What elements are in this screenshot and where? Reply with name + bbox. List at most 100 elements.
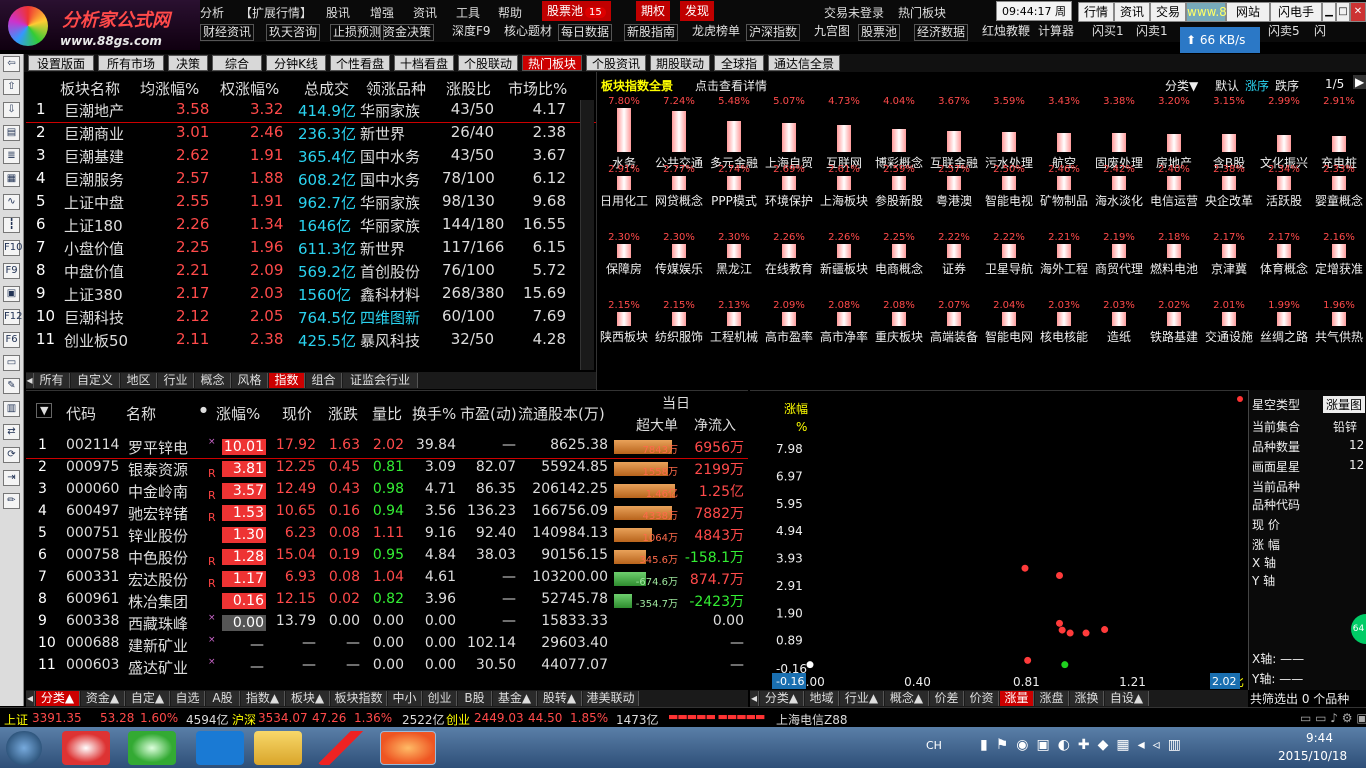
menu-enhance[interactable]: 增强 xyxy=(370,4,394,21)
bottom_tabs-6[interactable]: 板块▲ xyxy=(286,691,330,706)
tab-12[interactable]: 通达信全景 xyxy=(768,55,840,71)
col-code[interactable]: 代码 xyxy=(66,403,96,424)
index-bar-item[interactable]: 2.30% 传媒娱乐 xyxy=(652,232,706,298)
scatter-point[interactable] xyxy=(1058,626,1066,634)
taskbar-folder-icon[interactable] xyxy=(254,731,302,765)
index-bar-item[interactable]: 2.42% 海水淡化 xyxy=(1092,164,1146,230)
index-bar-item[interactable]: 2.08% 重庆板块 xyxy=(872,300,926,366)
stock-name[interactable]: 锌业股份 xyxy=(128,525,188,546)
refresh-icon[interactable]: ⟳ xyxy=(3,447,20,463)
right_tabs-3[interactable]: 概念▲ xyxy=(885,691,929,706)
index-bar-item[interactable]: 2.22% 证券 xyxy=(927,232,981,298)
doc-icon[interactable]: ▭ xyxy=(3,355,20,371)
right_tabs-4[interactable]: 价差 xyxy=(930,691,964,706)
bottom_tabs-5[interactable]: 指数▲ xyxy=(241,691,285,706)
f12-icon[interactable]: F12 xyxy=(3,309,22,325)
index-bar-item[interactable]: 5.07% 上海自贸 xyxy=(762,96,816,170)
btn-trade[interactable]: 交易 xyxy=(1150,2,1186,22)
sector-name[interactable]: 上证中盘 xyxy=(64,192,124,213)
stock-name[interactable]: 中色股份 xyxy=(128,547,188,568)
stock-name[interactable]: 罗平锌电 xyxy=(128,437,188,458)
bottom_tabs-9[interactable]: 创业 xyxy=(423,691,457,706)
stock-code[interactable]: 002114 xyxy=(66,437,119,453)
bottom_tabs-11[interactable]: 基金▲ xyxy=(493,691,537,706)
sector-leader[interactable]: 华丽家族 xyxy=(360,215,420,236)
stock-code[interactable]: 000060 xyxy=(66,481,119,497)
sector-row[interactable]: 6 上证180 2.26 1.34 1646亿 华丽家族 144/180 16.55 xyxy=(26,215,596,238)
stock-row[interactable]: 7 600331 宏达股份 R 1.17 6.93 0.08 1.04 4.61 — 103200.… xyxy=(26,569,748,591)
index-bar-item[interactable]: 2.25% 电商概念 xyxy=(872,232,926,298)
index-bar-item[interactable]: 2.07% 高端装备 xyxy=(927,300,981,366)
f6-icon[interactable]: F6 xyxy=(3,332,20,348)
stock-code[interactable]: 000688 xyxy=(66,635,119,651)
tool-economy-data[interactable]: 经济数据 xyxy=(914,24,969,41)
input-language[interactable]: CH xyxy=(926,739,942,752)
index-bar-item[interactable]: 2.38% 央企改革 xyxy=(1202,164,1256,230)
tool-flash-buy[interactable]: 闪买1 xyxy=(1090,24,1126,39)
tool-flash-sell5[interactable]: 闪卖5 xyxy=(1266,24,1302,39)
tab-3[interactable]: 综合 xyxy=(212,55,262,71)
sector-name[interactable]: 中盘价值 xyxy=(64,261,124,282)
index-bar-item[interactable]: 3.67% 互联金融 xyxy=(927,96,981,170)
sector-name[interactable]: 巨潮科技 xyxy=(64,307,124,328)
sector-name[interactable]: 创业板50 xyxy=(64,330,128,351)
export-icon[interactable]: ⇥ xyxy=(3,470,20,486)
index-bar-item[interactable]: 2.04% 智能电网 xyxy=(982,300,1036,366)
sector-leader[interactable]: 华丽家族 xyxy=(360,100,420,121)
index-bar-item[interactable]: 2.21% 海外工程 xyxy=(1037,232,1091,298)
index-bar-item[interactable]: 5.48% 多元金融 xyxy=(707,96,761,170)
index-bar-item[interactable]: 7.24% 公共交通 xyxy=(652,96,706,170)
col-sector-name[interactable]: 板块名称 xyxy=(60,78,120,99)
tool-stoploss[interactable]: 止损预测 xyxy=(330,24,385,41)
index-sort-default[interactable]: 默认 xyxy=(1215,77,1239,94)
status-sh-label[interactable]: 上证 xyxy=(4,711,28,728)
col-price[interactable]: 现价 xyxy=(282,403,312,424)
index-bar-item[interactable]: 2.30% 保障房 xyxy=(597,232,651,298)
stock-row[interactable]: 2 000975 银泰资源 R 3.81 12.25 0.45 0.81 3.09 82.07 55… xyxy=(26,459,748,481)
sector-row[interactable]: 1 巨潮地产 3.58 3.32 414.9亿 华丽家族 43/50 4.17 xyxy=(26,100,596,123)
stock-row[interactable]: 3 000060 中金岭南 R 3.57 12.49 0.43 0.98 4.71 86.35 20… xyxy=(26,481,748,503)
scatter-point[interactable] xyxy=(1082,629,1090,637)
tool-flash-more[interactable]: 闪 xyxy=(1312,24,1328,39)
sector-row[interactable]: 10 巨潮科技 2.12 2.05 764.5亿 四维图新 60/100 7.69 xyxy=(26,307,596,330)
col-float-shares[interactable]: 流通股本(万) xyxy=(518,403,605,424)
sector-leader[interactable]: 鑫科材料 xyxy=(360,284,420,305)
stock-name[interactable]: 株冶集团 xyxy=(128,591,188,612)
index-bar-item[interactable]: 2.77% 网贷概念 xyxy=(652,164,706,230)
stock-code[interactable]: 600338 xyxy=(66,613,119,629)
index-bar-item[interactable]: 2.03% 核电核能 xyxy=(1037,300,1091,366)
stock-name[interactable]: 中金岭南 xyxy=(128,481,188,502)
sector-subtab-2[interactable]: 地区 xyxy=(121,373,157,388)
right_tabs-7[interactable]: 涨盘 xyxy=(1035,691,1069,706)
chart-icon[interactable]: ▤ xyxy=(3,125,20,141)
tool-daily-data[interactable]: 每日数据 xyxy=(558,24,613,41)
menu-help[interactable]: 帮助 xyxy=(498,4,522,21)
f10-icon[interactable]: F10 xyxy=(3,240,22,256)
sector-row[interactable]: 4 巨潮服务 2.57 1.88 608.2亿 国中水务 78/100 6.12 xyxy=(26,169,596,192)
sector-subtab-8[interactable]: 证监会行业 xyxy=(343,373,418,388)
kline-icon[interactable]: ┇ xyxy=(3,217,20,233)
stock-code[interactable]: 000603 xyxy=(66,657,119,673)
menu-extended-quote[interactable]: 【扩展行情】 xyxy=(240,4,312,21)
multi-icon[interactable]: ▥ xyxy=(3,401,20,417)
tool-nine-grid[interactable]: 九宫图 xyxy=(812,24,852,39)
index-bar-item[interactable]: 2.22% 卫星导航 xyxy=(982,232,1036,298)
bottom_tabs-4[interactable]: A股 xyxy=(206,691,240,706)
col-up-ratio[interactable]: 涨股比 xyxy=(446,78,491,99)
index-bar-item[interactable]: 2.61% 上海板块 xyxy=(817,164,871,230)
start-button-icon[interactable] xyxy=(6,731,42,765)
index-bar-item[interactable]: 2.33% 婴童概念 xyxy=(1312,164,1366,230)
col-avg-change[interactable]: 均涨幅% xyxy=(140,78,199,99)
col-super-large[interactable]: 超大单 xyxy=(636,415,678,435)
col-market-ratio[interactable]: 市场比% xyxy=(508,78,567,99)
col-change[interactable]: 涨幅% xyxy=(216,403,260,424)
stock-name[interactable]: 驰宏锌锗 xyxy=(128,503,188,524)
taskbar-refresh-app-icon[interactable] xyxy=(128,731,176,765)
status-cy-label[interactable]: 创业 xyxy=(446,711,470,728)
sector-leader[interactable]: 国中水务 xyxy=(360,169,420,190)
bottom_tabs-8[interactable]: 中小 xyxy=(388,691,422,706)
index-bar-item[interactable]: 2.15% 陕西板块 xyxy=(597,300,651,366)
bottom_tabs-13[interactable]: 港美联动 xyxy=(583,691,639,706)
tool-f9[interactable]: 深度F9 xyxy=(450,24,493,39)
stock-row[interactable]: 4 600497 驰宏锌锗 R 1.53 10.65 0.16 0.94 3.56 136.23 1… xyxy=(26,503,748,525)
